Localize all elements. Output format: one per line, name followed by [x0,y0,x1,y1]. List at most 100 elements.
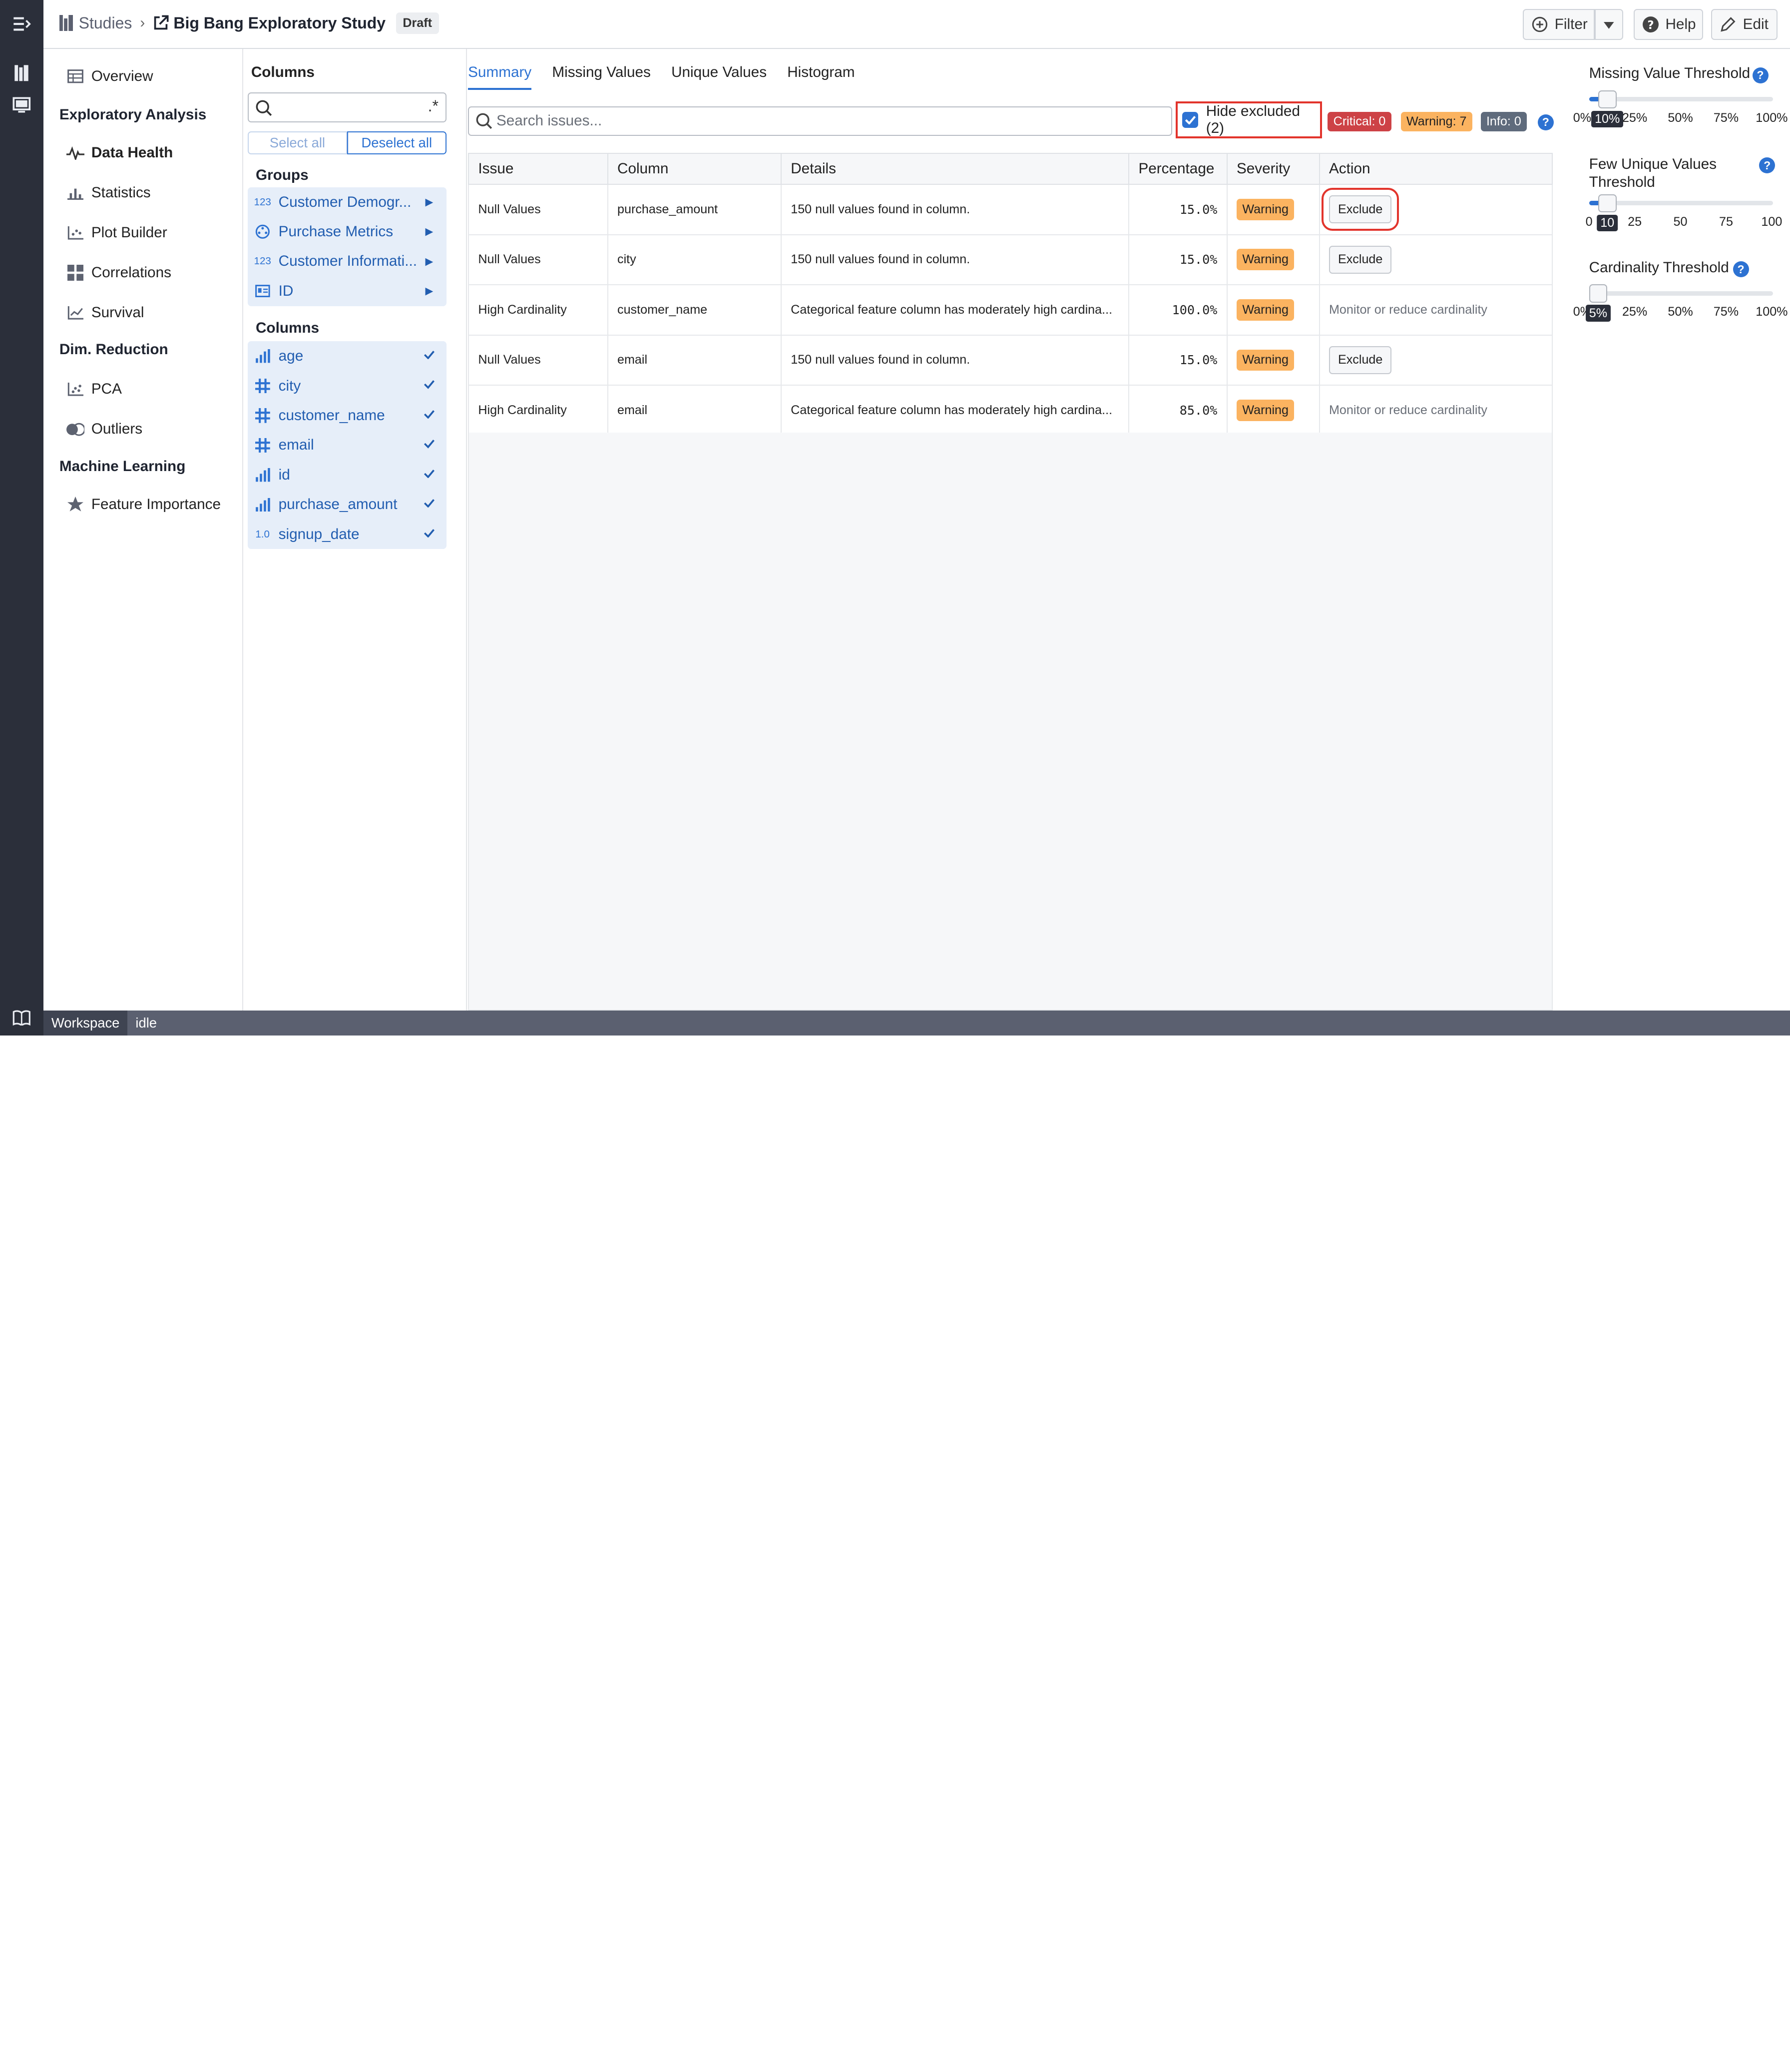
breadcrumb-studies-link[interactable]: Studies [79,14,132,32]
edit-button[interactable]: Edit [1711,9,1778,40]
status-bar: Workspace idle [43,1010,1790,1036]
column-label: customer_name [278,407,385,424]
slider-handle[interactable] [1589,284,1608,303]
percentage-cell: 85.0% [1128,385,1228,436]
nav-section-exploratory: Exploratory Analysis [59,106,207,123]
column-header-issue[interactable]: Issue [468,153,608,185]
column-item[interactable]: age [248,341,447,371]
issue-search-input[interactable] [496,112,1136,130]
study-title: Big Bang Exploratory Study [173,13,386,32]
columns-panel-title: Columns [251,63,315,80]
menu-toggle-icon[interactable] [10,12,33,35]
slider-handle[interactable] [1598,194,1617,213]
column-header-column[interactable]: Column [607,153,782,185]
hide-excluded-toggle[interactable]: Hide excluded (2) [1176,101,1322,138]
tab-unique-values[interactable]: Unique Values [671,64,767,90]
help-icon[interactable]: ? [1537,114,1554,130]
help-button[interactable]: ? Help [1633,9,1704,40]
slider-handle[interactable] [1598,90,1617,109]
data-health-main: Summary Missing Values Unique Values His… [468,49,1554,1011]
group-item[interactable]: 123 Customer Informati... ▶ [248,247,447,276]
column-header-severity[interactable]: Severity [1226,153,1320,185]
table-row: Null Values city 150 null values found i… [468,234,1553,286]
tab-histogram[interactable]: Histogram [787,64,855,90]
columns-panel: Columns .* Select all Deselect all Group… [243,49,467,1011]
group-label: Purchase Metrics [278,223,394,240]
filter-button[interactable]: Filter [1523,9,1595,40]
external-link-icon[interactable] [153,15,169,31]
column-header-action[interactable]: Action [1319,153,1553,185]
group-item[interactable]: 123 Customer Demogr... ▶ [248,187,447,217]
help-icon[interactable]: ? [1759,157,1776,174]
nav-item-pca[interactable]: PCA [66,380,122,399]
column-item[interactable]: customer_name [248,401,447,430]
studies-icon[interactable] [10,61,33,84]
nav-item-label: Overview [91,68,153,85]
svg-text:?: ? [1647,19,1654,32]
exclude-button[interactable]: Exclude [1321,187,1399,231]
bar-chart-icon [255,468,271,482]
nav-item-label: Outliers [91,421,143,438]
severity-badge: Warning [1236,299,1295,321]
nav-item-correlations[interactable]: Correlations [66,264,171,282]
check-icon [421,350,437,362]
column-item[interactable]: purchase_amount [248,490,447,519]
nav-item-survival[interactable]: Survival [66,304,144,322]
nav-item-data-health[interactable]: Data Health [66,144,173,162]
tick-label: 75% [1713,305,1739,319]
action-hint: Monitor or reduce cardinality [1329,302,1487,317]
few-unique-threshold-slider[interactable] [1589,194,1773,213]
group-item[interactable]: Purchase Metrics ▶ [248,217,447,246]
missing-threshold-slider[interactable] [1589,90,1773,109]
column-header-details[interactable]: Details [780,153,1130,185]
tick-label: 50% [1668,305,1693,319]
column-label: id [278,466,290,483]
monitor-icon[interactable] [10,93,33,116]
details-cell: 150 null values found in column. [780,234,1130,286]
checkbox-checked-icon[interactable] [1182,112,1198,128]
help-icon[interactable]: ? [1733,261,1749,278]
issue-cell: Null Values [468,234,608,286]
exclude-button[interactable]: Exclude [1329,245,1392,274]
tab-summary[interactable]: Summary [468,64,532,90]
column-item[interactable]: city [248,371,447,401]
issue-cell: Null Values [468,334,608,386]
tab-missing-values[interactable]: Missing Values [552,64,651,90]
workspace-label[interactable]: Workspace [43,1010,128,1036]
nav-item-feature-importance[interactable]: Feature Importance [66,496,221,514]
nav-item-label: Data Health [91,144,173,161]
filter-dropdown-button[interactable] [1595,9,1624,40]
nav-item-overview[interactable]: Overview [66,67,153,86]
nav-item-plot-builder[interactable]: Plot Builder [66,224,167,242]
check-icon [421,439,437,451]
app-root: Studies › Big Bang Exploratory Study Dra… [0,0,1790,1036]
search-icon [476,113,492,129]
regex-toggle-icon[interactable]: .* [428,97,439,115]
nav-item-outliers[interactable]: Outliers [66,420,143,439]
status-badge: Draft [396,12,439,34]
check-icon [421,528,437,540]
tick-label: 100% [1756,305,1788,319]
docs-book-icon[interactable] [10,1006,33,1029]
column-cell: city [607,234,782,286]
help-icon[interactable]: ? [1752,67,1769,83]
cardinality-threshold-slider[interactable] [1589,284,1773,303]
table-row: Null Values purchase_amount 150 null val… [468,183,1553,235]
grid-icon [255,438,271,453]
exclude-button[interactable]: Exclude [1329,346,1392,374]
caret-right-icon: ▶ [425,285,434,297]
scatter-chart-icon [66,224,85,242]
deselect-all-button[interactable]: Deselect all [347,131,447,154]
column-search-input[interactable]: .* [247,92,447,122]
column-item[interactable]: id [248,460,447,490]
select-all-button[interactable]: Select all [247,131,347,154]
column-header-percentage[interactable]: Percentage [1128,153,1228,185]
nav-section-dim-reduction: Dim. Reduction [59,341,168,358]
hide-excluded-label: Hide excluded (2) [1206,103,1300,136]
nav-item-label: PCA [91,381,122,398]
groups-title: Groups [255,166,309,183]
column-item[interactable]: 1.0 signup_date [248,519,447,549]
group-item[interactable]: ID ▶ [248,276,447,306]
nav-item-statistics[interactable]: Statistics [66,184,151,202]
column-item[interactable]: email [248,431,447,460]
